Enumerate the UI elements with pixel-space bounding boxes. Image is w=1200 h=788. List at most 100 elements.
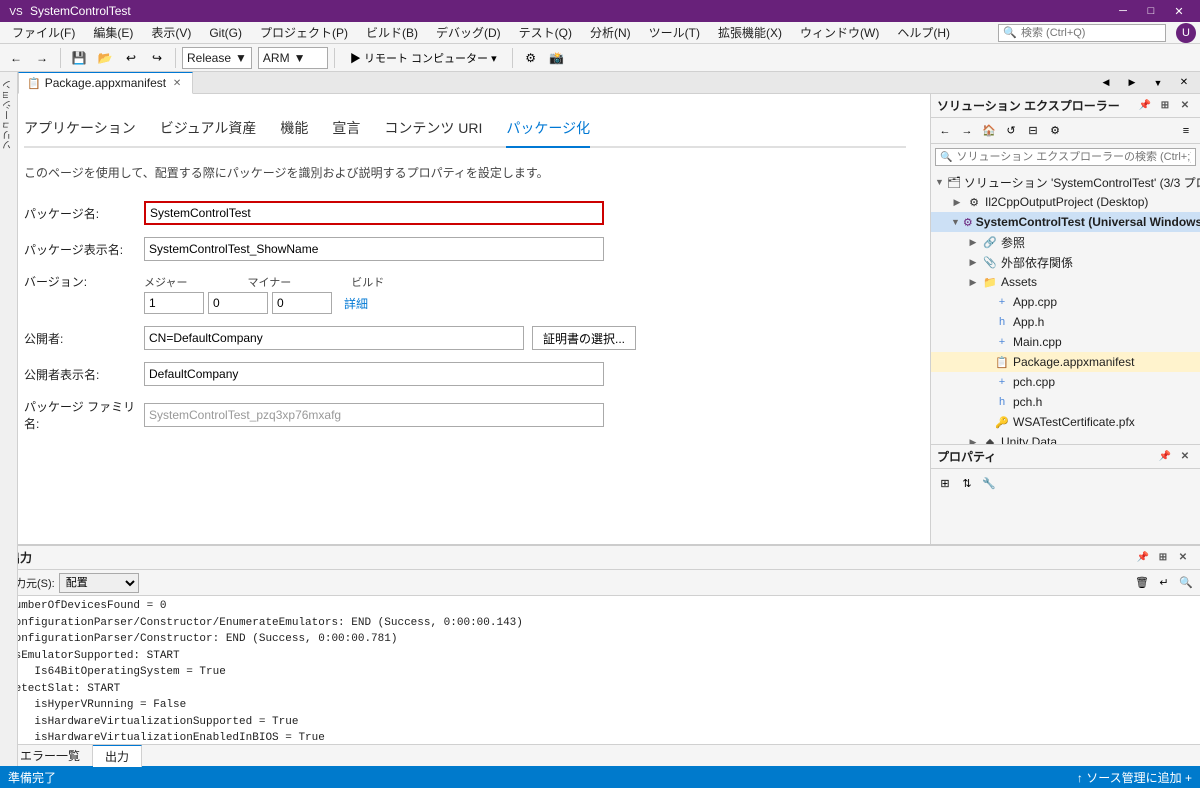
toolbar-redo[interactable]: ↪ bbox=[145, 46, 169, 70]
tab-capabilities[interactable]: 機能 bbox=[280, 110, 308, 146]
toolbar-back[interactable]: ← bbox=[4, 46, 28, 70]
remote-btn[interactable]: ▶ リモート コンピューター ▾ bbox=[341, 46, 506, 70]
tab-visual-assets[interactable]: ビジュアル資産 bbox=[160, 110, 257, 146]
output-clear-btn[interactable]: 🗑 bbox=[1132, 573, 1152, 593]
sidebar-vertical-label[interactable]: ソリューション bbox=[0, 76, 18, 154]
menu-analyze[interactable]: 分析(N) bbox=[582, 22, 639, 43]
version-detail-link[interactable]: 詳細 bbox=[344, 295, 368, 312]
props-pin[interactable]: 📌 bbox=[1156, 448, 1174, 466]
menu-extensions[interactable]: 拡張機能(X) bbox=[710, 22, 790, 43]
output-tab[interactable]: 出力 bbox=[93, 745, 142, 767]
toolbar-undo[interactable]: ↩ bbox=[119, 46, 143, 70]
menu-build[interactable]: ビルド(B) bbox=[358, 22, 426, 43]
menu-tools[interactable]: ツール(T) bbox=[641, 22, 708, 43]
cert-button[interactable]: 証明書の選択... bbox=[532, 326, 636, 350]
user-avatar[interactable]: U bbox=[1176, 23, 1196, 43]
tree-unity-data[interactable]: ▶ ◆ Unity Data bbox=[931, 432, 1200, 444]
props-sort-btn[interactable]: ⇅ bbox=[957, 473, 977, 493]
solution-icon: 🗂 bbox=[947, 174, 961, 190]
tree-references[interactable]: ▶ 🔗 参照 bbox=[931, 232, 1200, 252]
tab-content-uri[interactable]: コンテンツ URI bbox=[384, 110, 482, 146]
tree-main-cpp[interactable]: + Main.cpp bbox=[931, 332, 1200, 352]
maximize-button[interactable]: □ bbox=[1138, 0, 1164, 22]
tree-pch-h[interactable]: h pch.h bbox=[931, 392, 1200, 412]
output-header: 出力 📌 ⊞ ✕ bbox=[0, 546, 1200, 570]
manifest-label: Package.appxmanifest bbox=[1013, 355, 1134, 369]
package-manifest-tab[interactable]: 📋 Package.appxmanifest ✕ bbox=[18, 72, 193, 94]
tree-main-project[interactable]: ▼ ⚙ SystemControlTest (Universal Windows… bbox=[931, 212, 1200, 232]
tab-packaging[interactable]: パッケージ化 bbox=[506, 110, 590, 148]
se-back-btn[interactable]: ← bbox=[935, 121, 955, 141]
se-filter-btn[interactable]: ⚙ bbox=[1045, 121, 1065, 141]
close-all-btn[interactable]: ✕ bbox=[1172, 71, 1196, 95]
tree-assets[interactable]: ▶ 📁 Assets bbox=[931, 272, 1200, 292]
output-dock[interactable]: ⊞ bbox=[1154, 549, 1172, 567]
publisher-input[interactable] bbox=[144, 326, 524, 350]
pin-icon[interactable]: 📌 bbox=[1136, 97, 1154, 115]
se-refresh-btn[interactable]: ↺ bbox=[1001, 121, 1021, 141]
package-display-name-input[interactable] bbox=[144, 237, 604, 261]
close-panel-icon[interactable]: ✕ bbox=[1176, 97, 1194, 115]
tree-app-cpp[interactable]: + App.cpp bbox=[931, 292, 1200, 312]
tree-pch-cpp[interactable]: + pch.cpp bbox=[931, 372, 1200, 392]
minimize-button[interactable]: ─ bbox=[1110, 0, 1136, 22]
version-build-input[interactable] bbox=[272, 292, 332, 314]
tree-external-deps[interactable]: ▶ 📎 外部依存関係 bbox=[931, 252, 1200, 272]
toolbar-btn2[interactable]: 📸 bbox=[545, 46, 569, 70]
menu-help[interactable]: ヘルプ(H) bbox=[889, 22, 958, 43]
output-pin[interactable]: 📌 bbox=[1134, 549, 1152, 567]
tree-wsa-cert[interactable]: 🔑 WSATestCertificate.pfx bbox=[931, 412, 1200, 432]
menu-debug[interactable]: デバッグ(D) bbox=[428, 22, 509, 43]
menu-file[interactable]: ファイル(F) bbox=[4, 22, 83, 43]
toolbar-btn1[interactable]: ⚙ bbox=[519, 46, 543, 70]
tree-il2cpp[interactable]: ▶ ⚙ Il2CppOutputProject (Desktop) bbox=[931, 192, 1200, 212]
props-wrench-btn[interactable]: 🔧 bbox=[979, 473, 999, 493]
tree-package-manifest[interactable]: 📋 Package.appxmanifest bbox=[931, 352, 1200, 372]
version-minor-input[interactable] bbox=[208, 292, 268, 314]
tab-scroll-left[interactable]: ◀ bbox=[1094, 71, 1118, 95]
se-collapse-btn[interactable]: ⊟ bbox=[1023, 121, 1043, 141]
toolbar-open[interactable]: 📂 bbox=[93, 46, 117, 70]
menu-view[interactable]: 表示(V) bbox=[143, 22, 199, 43]
output-source-select[interactable]: 配置 bbox=[59, 573, 139, 593]
se-search-input[interactable] bbox=[956, 151, 1191, 163]
menu-test[interactable]: テスト(Q) bbox=[511, 22, 580, 43]
tab-application[interactable]: アプリケーション bbox=[24, 110, 136, 146]
tab-menu[interactable]: ▼ bbox=[1146, 71, 1170, 95]
output-word-wrap-btn[interactable]: ↵ bbox=[1154, 573, 1174, 593]
se-forward-btn[interactable]: → bbox=[957, 121, 977, 141]
menu-git[interactable]: Git(G) bbox=[201, 24, 250, 42]
menu-window[interactable]: ウィンドウ(W) bbox=[792, 22, 887, 43]
tree-app-h[interactable]: h App.h bbox=[931, 312, 1200, 332]
config-dropdown[interactable]: Release ▼ bbox=[182, 47, 252, 69]
tab-close[interactable]: ✕ bbox=[170, 76, 184, 90]
error-list-tab[interactable]: エラー一覧 bbox=[8, 745, 93, 766]
tab-scroll-right[interactable]: ▶ bbox=[1120, 71, 1144, 95]
props-grid-btn[interactable]: ⊞ bbox=[935, 473, 955, 493]
tab-declarations[interactable]: 宣言 bbox=[332, 110, 360, 146]
dock-icon[interactable]: ⊞ bbox=[1156, 97, 1174, 115]
toolbar-save[interactable]: 💾 bbox=[67, 46, 91, 70]
se-more-btn[interactable]: ≡ bbox=[1176, 121, 1196, 141]
output-find-btn[interactable]: 🔍 bbox=[1176, 573, 1196, 593]
tree-solution[interactable]: ▼ 🗂 ソリューション 'SystemControlTest' (3/3 プロジ… bbox=[931, 172, 1200, 192]
status-source-control[interactable]: ↑ ソース管理に追加 + bbox=[1077, 769, 1192, 786]
platform-dropdown[interactable]: ARM ▼ bbox=[258, 47, 328, 69]
menu-project[interactable]: プロジェクト(P) bbox=[252, 22, 356, 43]
package-family-input[interactable] bbox=[144, 403, 604, 427]
minor-label: マイナー bbox=[247, 274, 291, 290]
package-name-input[interactable] bbox=[144, 201, 604, 225]
app-h-label: App.h bbox=[1013, 315, 1044, 329]
title-bar-left: VS SystemControlTest bbox=[8, 3, 131, 19]
menu-search-input[interactable] bbox=[1021, 27, 1161, 39]
props-close[interactable]: ✕ bbox=[1176, 448, 1194, 466]
toolbar-sep3 bbox=[334, 48, 335, 68]
toolbar-forward[interactable]: → bbox=[30, 46, 54, 70]
publisher-display-input[interactable] bbox=[144, 362, 604, 386]
close-button[interactable]: ✕ bbox=[1166, 0, 1192, 22]
app-cpp-label: App.cpp bbox=[1013, 295, 1057, 309]
menu-edit[interactable]: 編集(E) bbox=[85, 22, 141, 43]
version-major-input[interactable] bbox=[144, 292, 204, 314]
se-home-btn[interactable]: 🏠 bbox=[979, 121, 999, 141]
output-close[interactable]: ✕ bbox=[1174, 549, 1192, 567]
